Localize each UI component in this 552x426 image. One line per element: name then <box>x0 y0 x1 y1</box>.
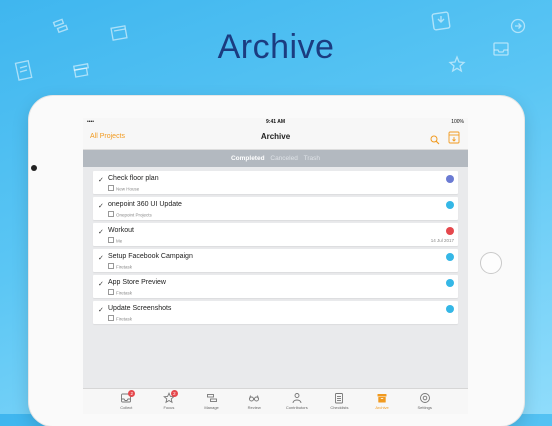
segment-completed[interactable]: Completed <box>231 155 265 162</box>
task-name: Update Screenshots <box>108 305 172 312</box>
ipad-camera <box>31 165 37 171</box>
assignee-avatar <box>446 305 454 313</box>
task-date: 14 Jul 2017 <box>430 238 454 243</box>
battery-level: 100% <box>451 119 464 125</box>
task-project: Firetask <box>108 315 132 322</box>
settings-icon <box>419 393 430 403</box>
task-project: Firetask <box>108 289 132 296</box>
project-icon <box>108 263 114 269</box>
tab-label: Settings <box>417 405 432 410</box>
search-icon[interactable] <box>430 132 440 150</box>
task-row[interactable]: ✓ App Store Preview Firetask <box>93 275 458 298</box>
checklist-icon <box>335 393 344 404</box>
checkmark-icon[interactable]: ✓ <box>98 202 104 210</box>
tab-label: Archive <box>375 405 389 410</box>
decor-calendar-icon <box>110 24 128 42</box>
page-title: Archive <box>260 132 291 141</box>
tab-label: Checklists <box>330 405 349 410</box>
task-row[interactable]: ✓ Setup Facebook Campaign Firetask <box>93 249 458 272</box>
tab-contributors[interactable]: Contributors <box>277 389 317 410</box>
tab-archive[interactable]: Archive <box>362 389 402 410</box>
segment-canceled[interactable]: Canceled <box>270 155 297 162</box>
tab-label: Manage <box>204 405 219 410</box>
assignee-avatar <box>446 201 454 209</box>
task-project: Firetask <box>108 263 132 270</box>
task-project: Me <box>108 237 122 244</box>
tab-checklists[interactable]: Checklists <box>319 389 359 410</box>
project-icon <box>108 315 114 321</box>
task-project-label: Firetask <box>116 264 133 270</box>
focus-badge: 2 <box>170 390 178 397</box>
tab-label: Focus <box>163 405 175 410</box>
decor-archive-icon <box>72 62 90 78</box>
task-name: Workout <box>108 227 134 234</box>
app-screen: •••• 9:41 AM 100% All Projects Archive C… <box>83 118 468 414</box>
checkmark-icon[interactable]: ✓ <box>98 176 104 184</box>
tab-label: Contributors <box>285 405 308 410</box>
collect-badge: 2 <box>128 390 136 397</box>
home-button[interactable] <box>480 252 502 274</box>
tab-collect[interactable]: 2 Collect <box>106 389 146 410</box>
task-name: Check floor plan <box>108 175 159 182</box>
task-project-label: Onepoint Projects <box>116 212 152 218</box>
task-name: Setup Facebook Campaign <box>108 253 193 260</box>
checkmark-icon[interactable]: ✓ <box>98 254 104 262</box>
tab-label: Review <box>247 405 261 410</box>
decor-arrow-icon <box>510 18 526 34</box>
task-project-label: Firetask <box>116 316 133 322</box>
task-list: ✓ Check floor plan New House ✓ onepoint … <box>83 167 468 324</box>
tab-focus[interactable]: 2 Focus <box>149 389 189 410</box>
project-icon <box>108 211 114 217</box>
task-row[interactable]: ✓ onepoint 360 UI Update Onepoint Projec… <box>93 197 458 220</box>
archive-filter-segments: Completed Canceled Trash <box>83 150 468 167</box>
contributors-icon <box>292 393 302 404</box>
archive-icon <box>377 394 387 403</box>
task-row[interactable]: ✓ Update Screenshots Firetask <box>93 301 458 324</box>
task-project: New House <box>108 185 139 192</box>
tab-label: Collect <box>120 405 133 410</box>
tab-review[interactable]: Review <box>234 389 274 410</box>
checkmark-icon[interactable]: ✓ <box>98 228 104 236</box>
archive-icon[interactable] <box>448 131 460 149</box>
project-icon <box>108 237 114 243</box>
task-name: App Store Preview <box>108 279 166 286</box>
segment-trash[interactable]: Trash <box>304 155 320 162</box>
task-row[interactable]: ✓ Workout Me 14 Jul 2017 <box>93 223 458 246</box>
task-row[interactable]: ✓ Check floor plan New House <box>93 171 458 194</box>
assignee-avatar <box>446 279 454 287</box>
project-icon <box>108 289 114 295</box>
decor-folder-icon <box>52 18 70 36</box>
assignee-avatar <box>446 227 454 235</box>
decor-checklist-icon <box>14 60 34 82</box>
status-time: 9:41 AM <box>266 119 285 125</box>
project-icon <box>108 185 114 191</box>
navigation-bar: All Projects Archive <box>83 127 468 150</box>
glasses-icon <box>249 395 260 402</box>
tab-settings[interactable]: Settings <box>405 389 445 410</box>
task-project-label: Firetask <box>116 290 133 296</box>
manage-icon <box>206 394 217 402</box>
checkmark-icon[interactable]: ✓ <box>98 280 104 288</box>
status-bar: •••• 9:41 AM 100% <box>83 118 468 127</box>
decor-tray-icon <box>492 40 510 58</box>
task-project-label: New House <box>116 186 140 192</box>
decor-star-icon <box>448 55 466 73</box>
decor-inbox-icon <box>430 10 452 32</box>
tab-bar: 2 Collect 2 Focus Manage Review Contribu… <box>83 388 468 414</box>
checkmark-icon[interactable]: ✓ <box>98 306 104 314</box>
tab-manage[interactable]: Manage <box>192 389 232 410</box>
assignee-avatar <box>446 175 454 183</box>
task-name: onepoint 360 UI Update <box>108 201 182 208</box>
task-project: Onepoint Projects <box>108 211 152 218</box>
task-project-label: Me <box>116 238 123 244</box>
assignee-avatar <box>446 253 454 261</box>
